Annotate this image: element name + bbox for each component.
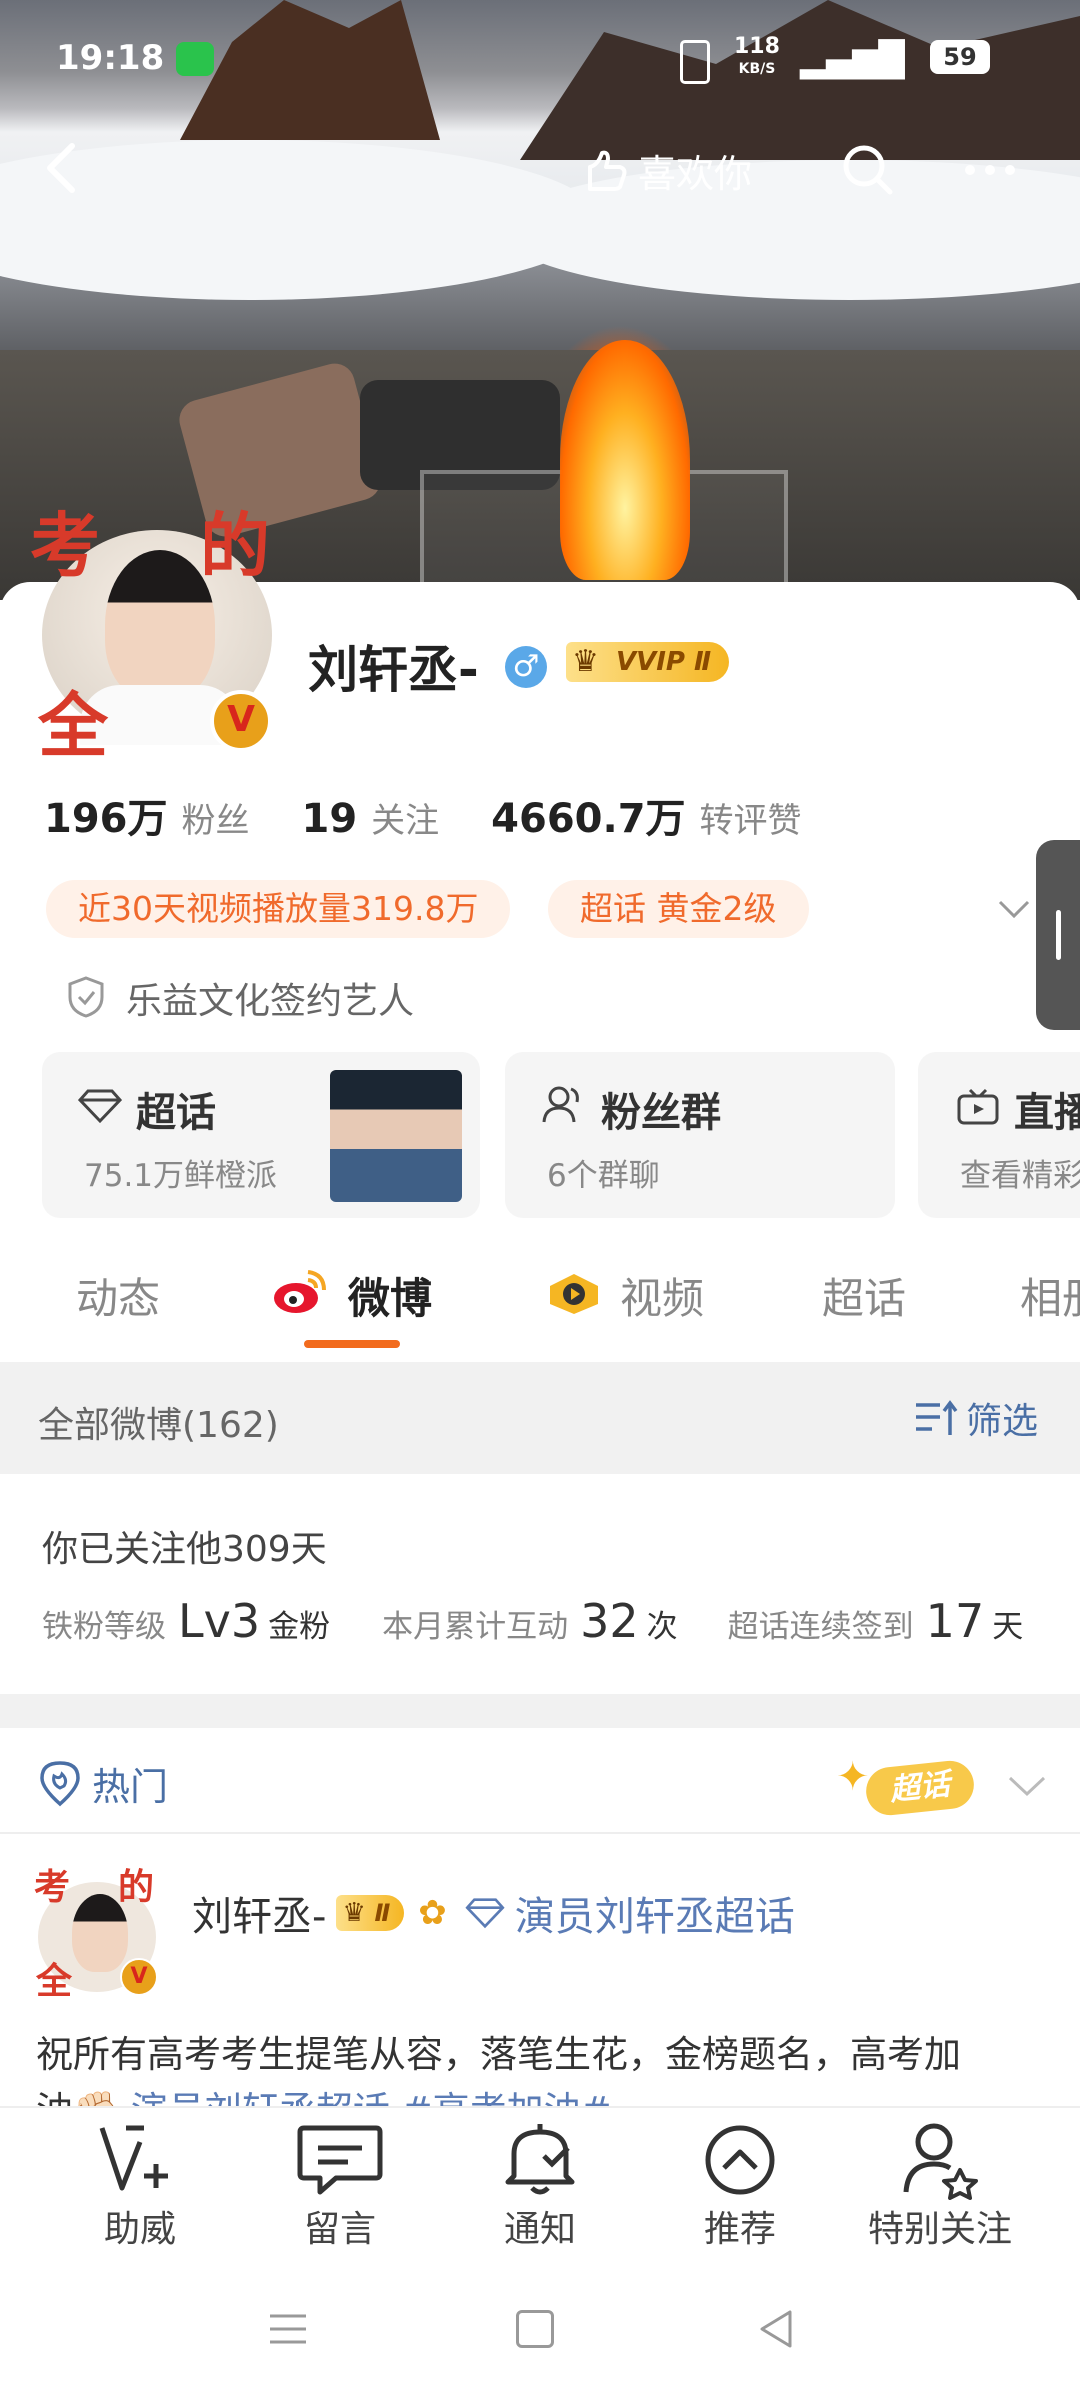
checkin-days: 17 — [925, 1594, 985, 1648]
male-icon: ♂ — [505, 646, 547, 688]
status-time: 19:18 — [56, 38, 165, 78]
nav-cheer[interactable]: 助威 — [40, 2200, 240, 2252]
system-menu-icon[interactable] — [268, 2312, 308, 2346]
search-icon[interactable] — [840, 142, 896, 198]
tab-supertopic[interactable]: 超话 — [822, 1265, 906, 1326]
tv-icon — [957, 1088, 999, 1125]
tile-live[interactable]: 直播 查看精彩 — [918, 1052, 1080, 1218]
tab-weibo[interactable]: 微博 — [348, 1265, 432, 1326]
hot-section-header[interactable]: 热门 — [38, 1756, 168, 1811]
username: 刘轩丞- — [308, 641, 479, 699]
like-you-button[interactable]: 喜欢你 — [580, 140, 752, 200]
tile-fan-group[interactable]: 粉丝群 6个群聊 — [505, 1052, 895, 1218]
system-back-icon[interactable] — [756, 2308, 796, 2350]
cheer-icon[interactable] — [40, 2120, 240, 2200]
diamond-icon — [78, 1089, 122, 1124]
verification-text: 乐益文化签约艺人 — [126, 981, 415, 1022]
special-follow-icon[interactable] — [840, 2120, 1040, 2200]
crown-icon: ♛ — [572, 644, 599, 679]
follow-days-text: 你已关注他309天 — [42, 1529, 327, 1570]
hot-pin-icon — [40, 1760, 80, 1806]
supertopic-diamond-icon — [465, 1898, 505, 1929]
side-handle[interactable] — [1036, 840, 1080, 1030]
section-divider — [0, 1694, 1080, 1728]
video-views-tag[interactable]: 近30天视频播放量319.8万 — [46, 880, 511, 938]
following-count[interactable]: 19 — [302, 796, 358, 842]
post-avatar[interactable]: 考 的 全 V — [34, 1862, 160, 1998]
tab-activity[interactable]: 动态 — [76, 1265, 160, 1326]
supertopic-cover-image — [330, 1070, 462, 1202]
wechat-icon — [176, 42, 214, 76]
nav-notify[interactable]: 通知 — [440, 2200, 640, 2252]
recommend-icon[interactable] — [640, 2120, 840, 2200]
net-speed: 118 KB/S — [734, 34, 780, 78]
filter-bar: 全部微博(162) 筛选 — [0, 1362, 1080, 1474]
interaction-count: 32 — [580, 1594, 639, 1648]
system-home-icon[interactable] — [516, 2310, 554, 2348]
verified-v-icon: V — [210, 690, 272, 752]
tile-supertopic[interactable]: 超话 75.1万鲜橙派 — [42, 1052, 480, 1218]
vvip-badge[interactable]: ♛ VVIP Ⅱ — [566, 642, 730, 682]
video-icon — [546, 1272, 602, 1316]
battery-icon: 59 — [930, 40, 990, 74]
like-you-label: 喜欢你 — [638, 151, 753, 196]
fan-stats-row: 铁粉等级 Lv3 金粉 本月累计互动 32 次 超话连续签到 17 天 — [42, 1594, 1024, 1648]
post-header: 刘轩丞- ♛ Ⅱ ✿ 演员刘轩丞超话 — [192, 1884, 795, 1942]
signal-icon: ▂▄▆█ — [800, 40, 905, 80]
bell-icon[interactable] — [440, 2120, 640, 2200]
tab-album[interactable]: 相册 — [1020, 1265, 1080, 1325]
sunflower-icon: ✿ — [418, 1893, 447, 1933]
tab-underline — [304, 1340, 400, 1348]
post-author[interactable]: 刘轩丞- — [192, 1884, 326, 1942]
likes-count: 4660.7万 — [491, 796, 686, 842]
collapse-chevron-icon[interactable] — [1006, 1770, 1048, 1800]
tab-video[interactable]: 视频 — [620, 1265, 704, 1326]
nav-recommend[interactable]: 推荐 — [640, 2200, 840, 2252]
supertopic-link[interactable]: 演员刘轩丞超话 — [515, 1884, 795, 1942]
stats-row: 196万 粉丝 19 关注 4660.7万 转评赞 — [44, 786, 802, 844]
more-icon[interactable] — [960, 150, 1020, 190]
post-text-line1: 祝所有高考考生提笔从容，落笔生花，金榜题名，高考加 — [36, 2033, 961, 2076]
vibrate-icon — [680, 40, 710, 84]
expand-chevron-icon[interactable] — [996, 894, 1032, 922]
all-posts-count: 全部微博(162) — [38, 1405, 279, 1446]
supertopic-sticker: ✦ 超话 — [830, 1754, 980, 1818]
fans-count[interactable]: 196万 — [44, 786, 168, 844]
nav-special-follow[interactable]: 特别关注 — [840, 2200, 1040, 2252]
shield-icon — [66, 975, 106, 1019]
filter-icon — [916, 1400, 958, 1435]
weibo-logo-icon — [272, 1268, 328, 1316]
vip-small-badge: ♛ Ⅱ — [336, 1895, 405, 1931]
filter-button[interactable]: 筛选 — [914, 1392, 1038, 1444]
back-icon[interactable] — [36, 140, 92, 196]
avatar[interactable]: 考 的 全 V — [30, 490, 280, 767]
nav-message[interactable]: 留言 — [240, 2200, 440, 2252]
like-hand-icon — [588, 150, 627, 191]
fan-level: Lv3 — [178, 1594, 261, 1648]
comment-icon[interactable] — [240, 2120, 440, 2200]
supertopic-level-tag[interactable]: 超话 黄金2级 — [548, 880, 809, 938]
group-icon — [542, 1086, 579, 1123]
